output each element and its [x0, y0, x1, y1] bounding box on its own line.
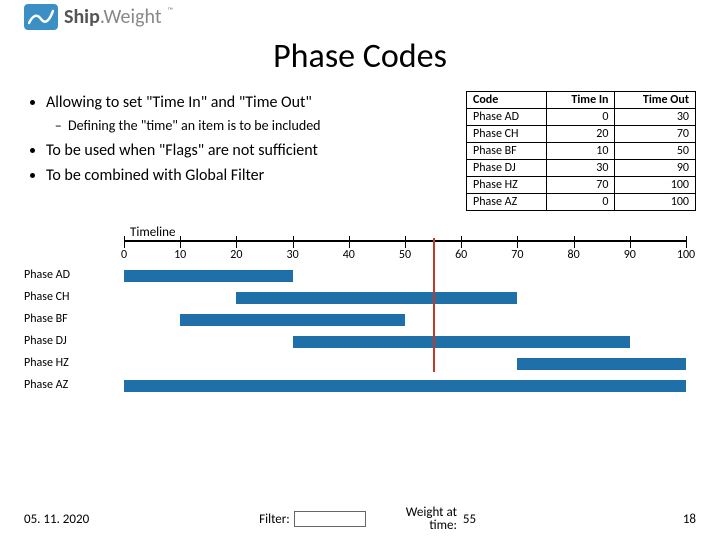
phase-bar [124, 380, 686, 392]
tick-label: 40 [343, 248, 355, 262]
cell-in: 10 [547, 143, 615, 160]
row-label: Phase DJ [24, 334, 124, 348]
logo-text-a: Ship [64, 5, 100, 29]
timeline-row: Phase DJ [24, 330, 696, 352]
row-label: Phase HZ [24, 356, 124, 370]
timeline-row: Phase AZ [24, 374, 696, 396]
phase-bar [180, 314, 405, 326]
cell-code: Phase DJ [467, 160, 547, 177]
table-row: Phase CH2070 [467, 126, 696, 143]
cell-in: 0 [547, 109, 615, 126]
tick-label: 80 [568, 248, 580, 262]
phase-bar [293, 336, 630, 348]
tick-label: 10 [174, 248, 186, 262]
row-label: Phase AD [24, 268, 124, 282]
th-code: Code [467, 92, 547, 109]
timeline-rows: Phase AD Phase CH Phase BF Phase DJ Phase HZ… [24, 264, 696, 396]
tick-label: 0 [121, 248, 127, 262]
logo-icon [24, 4, 58, 30]
cell-in: 20 [547, 126, 615, 143]
table-row: Phase BF1050 [467, 143, 696, 160]
filter-label: Filter: [259, 512, 290, 527]
cell-code: Phase CH [467, 126, 547, 143]
bullet-item: Allowing to set "Time In" and "Time Out" [46, 93, 448, 112]
cell-out: 30 [615, 109, 696, 126]
footer-date: 05. 11. 2020 [24, 512, 89, 527]
tick-label: 90 [624, 248, 636, 262]
phase-bar [517, 358, 686, 370]
cell-code: Phase HZ [467, 177, 547, 194]
cell-in: 70 [547, 177, 615, 194]
bullet-item: To be used when "Flags" are not sufficie… [46, 141, 448, 160]
time-marker [433, 238, 435, 372]
app-logo: Ship.Weight ™ [24, 4, 696, 30]
cell-out: 100 [615, 177, 696, 194]
tick-label: 60 [455, 248, 467, 262]
cell-in: 30 [547, 160, 615, 177]
tick-label: 70 [511, 248, 523, 262]
tick-label: 20 [230, 248, 242, 262]
cell-out: 50 [615, 143, 696, 160]
tick-label: 100 [677, 248, 695, 262]
bullet-list: Allowing to set "Time In" and "Time Out"… [24, 91, 448, 191]
tick-label: 30 [287, 248, 299, 262]
cell-out: 90 [615, 160, 696, 177]
cell-code: Phase BF [467, 143, 547, 160]
row-label: Phase AZ [24, 378, 124, 392]
phase-bar [124, 270, 293, 282]
table-row: Phase AD030 [467, 109, 696, 126]
phase-bar [236, 292, 517, 304]
th-timein: Time In [547, 92, 615, 109]
page-number: 18 [683, 512, 696, 527]
trademark: ™ [168, 6, 174, 16]
table-row: Phase HZ70100 [467, 177, 696, 194]
row-label: Phase CH [24, 290, 124, 304]
table-row: Phase AZ0100 [467, 194, 696, 211]
page-title: Phase Codes [24, 36, 696, 77]
th-timeout: Time Out [615, 92, 696, 109]
row-label: Phase BF [24, 312, 124, 326]
weight-label: Weight attime: [406, 506, 457, 532]
cell-out: 100 [615, 194, 696, 211]
codes-table: Code Time In Time Out Phase AD030Phase C… [466, 91, 696, 211]
logo-text-b: .Weight [100, 5, 162, 29]
weight-value: 55 [463, 512, 476, 527]
timeline-row: Phase BF [24, 308, 696, 330]
timeline-title: Timeline [130, 225, 696, 240]
timeline-row: Phase CH [24, 286, 696, 308]
timeline-row: Phase HZ [24, 352, 696, 374]
sub-bullet-item: Defining the "time" an item is to be inc… [68, 118, 448, 135]
tick-label: 50 [399, 248, 411, 262]
timeline-axis: 0102030405060708090100 [124, 240, 686, 264]
cell-code: Phase AD [467, 109, 547, 126]
table-row: Phase DJ3090 [467, 160, 696, 177]
timeline-row: Phase AD [24, 264, 696, 286]
cell-out: 70 [615, 126, 696, 143]
bullet-item: To be combined with Global Filter [46, 166, 448, 185]
filter-input[interactable] [294, 511, 366, 527]
cell-in: 0 [547, 194, 615, 211]
cell-code: Phase AZ [467, 194, 547, 211]
